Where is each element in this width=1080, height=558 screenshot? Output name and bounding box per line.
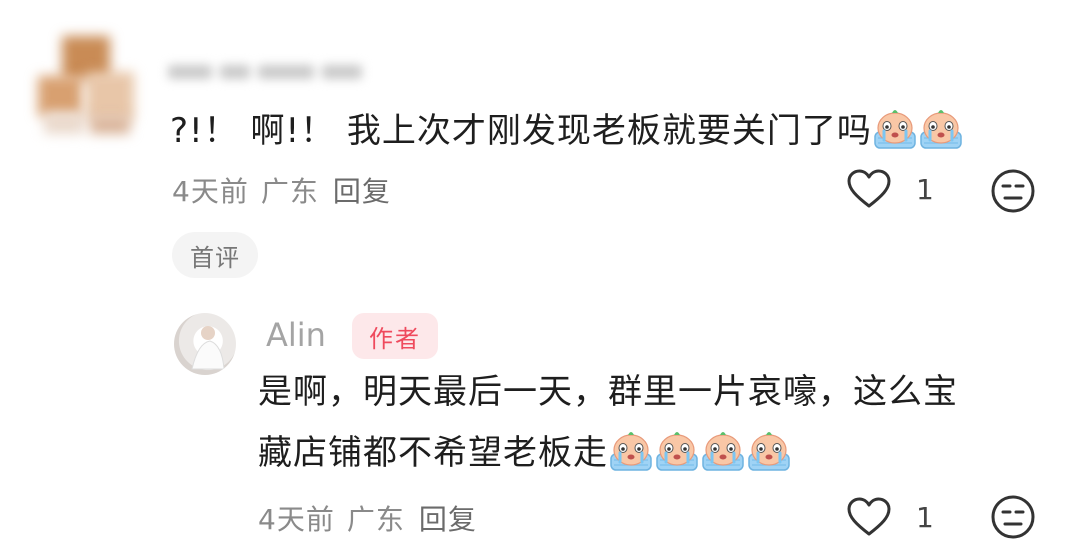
reply-time: 4天前 (258, 503, 335, 536)
commenter-name-blurred[interactable] (168, 64, 372, 86)
reply-reply-button[interactable]: 回复 (419, 503, 477, 536)
heart-icon[interactable] (846, 168, 892, 210)
comment-text-content: ?!！ 啊!！ 我上次才刚发现老板就要关门了吗 (170, 111, 872, 151)
crying-face-emoji-icon (609, 430, 653, 472)
reply-like-count: 1 (916, 500, 934, 534)
reply-like[interactable]: 1 (846, 496, 934, 538)
author-badge: 作者 (352, 313, 438, 359)
crying-face-emoji-icon (919, 108, 963, 150)
author-avatar[interactable] (174, 313, 236, 375)
reply-meta: 4天前 广东 回复 (258, 498, 477, 538)
crying-face-emoji-icon (747, 430, 791, 472)
heart-icon[interactable] (846, 496, 892, 538)
avatar-figure-icon (191, 326, 225, 370)
comment-time: 4天前 (172, 175, 249, 208)
crying-face-emoji-icon (873, 108, 917, 150)
reply-text-line2-content: 藏店铺都不希望老板走 (258, 433, 608, 473)
reply-text-line1: 是啊，明天最后一天，群里一片哀嚎，这么宝 (258, 372, 958, 412)
comment-like-count: 1 (916, 172, 934, 206)
dislike-face-icon[interactable] (990, 168, 1036, 214)
first-comment-badge: 首评 (172, 232, 258, 278)
comment-reply-button[interactable]: 回复 (333, 175, 391, 208)
comment-meta: 4天前 广东 回复 (172, 170, 391, 210)
dislike-face-icon[interactable] (990, 494, 1036, 540)
author-name[interactable]: Alin (266, 316, 326, 354)
crying-face-emoji-icon (701, 430, 745, 472)
commenter-avatar[interactable] (34, 32, 138, 136)
comment-location: 广东 (260, 175, 319, 208)
comment-like[interactable]: 1 (846, 168, 934, 210)
crying-face-emoji-icon (655, 430, 699, 472)
reply-location: 广东 (346, 503, 405, 536)
reply-text-line2: 藏店铺都不希望老板走 (258, 428, 792, 477)
comment-text: ?!！ 啊!！ 我上次才刚发现老板就要关门了吗 (170, 106, 964, 155)
